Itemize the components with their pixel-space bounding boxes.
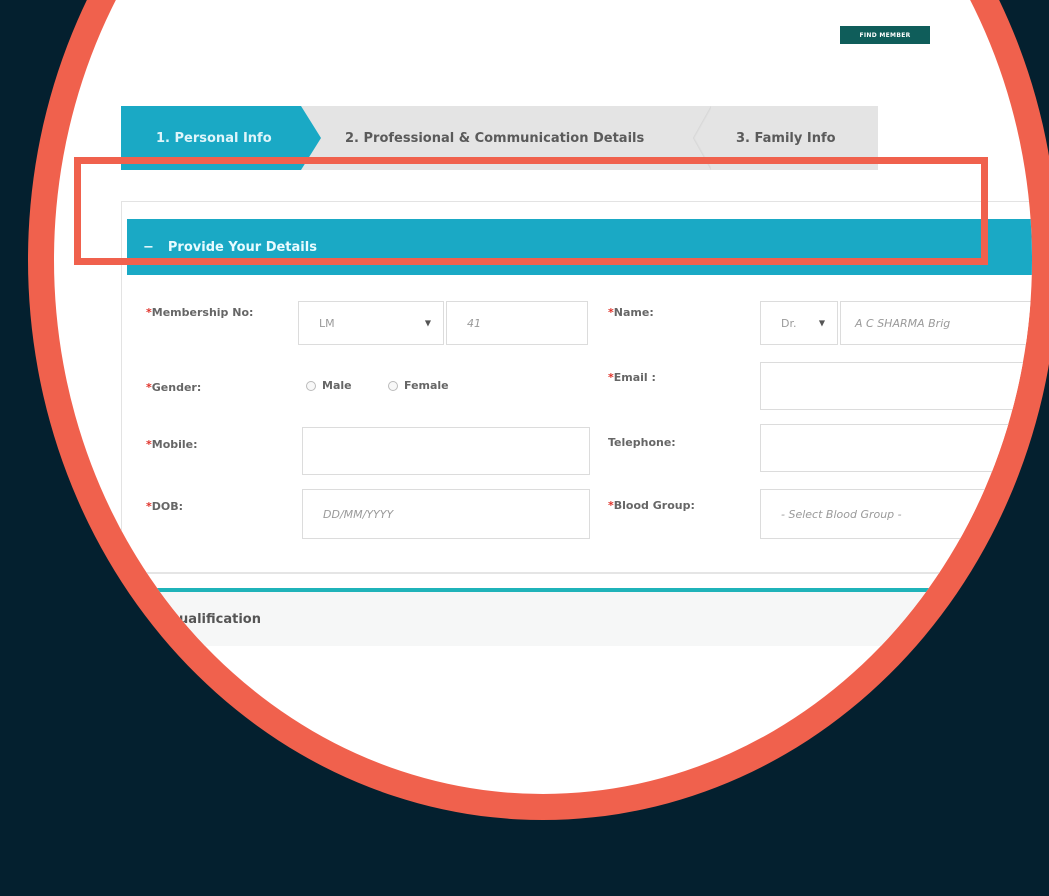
gender-label: *Gender: xyxy=(146,381,202,394)
membership-number-value: 41 xyxy=(467,316,481,330)
radio-icon[interactable] xyxy=(388,380,398,391)
membership-prefix-value: LM xyxy=(319,316,335,330)
blood-group-label: *Blood Group: xyxy=(608,499,695,512)
highlight-annotation-box xyxy=(74,157,988,265)
membership-prefix-select[interactable]: LM ▼ xyxy=(298,301,444,345)
blood-group-select[interactable]: - Select Blood Group - xyxy=(760,489,1032,539)
chevron-down-icon: ▼ xyxy=(818,318,825,328)
radio-icon[interactable] xyxy=(306,380,316,391)
magnifier-lens: FIND MEMBER 1. Personal Info 2. Professi… xyxy=(28,0,1049,820)
name-input[interactable]: A C SHARMA Brig xyxy=(840,301,1032,345)
telephone-label: Telephone: xyxy=(608,436,676,449)
name-title-select[interactable]: Dr. ▼ xyxy=(760,301,838,345)
gender-option-label: Male xyxy=(322,379,352,392)
blood-group-placeholder: - Select Blood Group - xyxy=(781,507,902,521)
membership-number-input[interactable]: 41 xyxy=(446,301,588,345)
telephone-input[interactable] xyxy=(760,424,1032,472)
name-title-value: Dr. xyxy=(781,316,797,330)
email-label: *Email : xyxy=(608,371,656,384)
mobile-input[interactable] xyxy=(302,427,590,475)
dob-label: *DOB: xyxy=(146,500,184,513)
form-page: FIND MEMBER 1. Personal Info 2. Professi… xyxy=(54,26,1032,794)
dob-placeholder: DD/MM/YYYY xyxy=(323,507,394,521)
section-header-qualification[interactable]: Qualification xyxy=(144,592,1032,646)
email-input[interactable] xyxy=(760,362,1032,410)
chevron-down-icon: ▼ xyxy=(424,318,431,328)
dob-input[interactable]: DD/MM/YYYY xyxy=(302,489,590,539)
gender-option-label: Female xyxy=(404,379,449,392)
name-value: A C SHARMA Brig xyxy=(855,316,951,330)
membership-label: *Membership No: xyxy=(146,306,254,319)
find-member-button[interactable]: FIND MEMBER xyxy=(840,26,930,44)
gender-radio-female[interactable]: Female xyxy=(388,379,449,392)
mobile-label: *Mobile: xyxy=(146,438,198,451)
qualification-title: Qualification xyxy=(168,611,261,627)
name-label: *Name: xyxy=(608,306,654,319)
gender-radio-male[interactable]: Male xyxy=(306,379,352,392)
divider xyxy=(144,572,1024,574)
